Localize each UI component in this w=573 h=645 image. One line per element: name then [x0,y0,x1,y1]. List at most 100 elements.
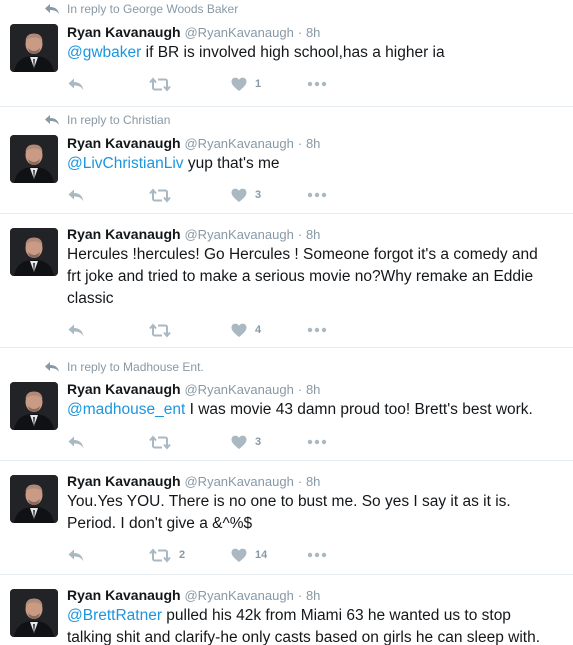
like-count: 4 [255,324,262,336]
mention-link[interactable]: @madhouse_ent [67,401,185,418]
more-dots-icon [307,192,327,198]
reply-icon [67,77,85,92]
reply-button[interactable] [67,432,85,452]
tweet-body: Hercules !hercules! Go Hercules ! Someon… [67,246,538,307]
retweet-button[interactable] [149,74,179,94]
reply-icon [44,114,60,126]
retweet-button[interactable] [149,432,179,452]
timestamp[interactable]: 8h [306,588,320,603]
separator-dot: · [297,136,303,151]
like-button[interactable]: 4 [231,320,261,340]
heart-icon [231,323,247,338]
more-button[interactable] [307,432,327,452]
reply-button[interactable] [67,320,85,340]
mention-link[interactable]: @gwbaker [67,44,141,61]
tweet-body: I was movie 43 damn proud too! Brett's b… [185,401,533,418]
more-button[interactable] [307,74,327,94]
tweet-text: @LivChristianLiv yup that's me [67,153,567,175]
more-dots-icon [307,81,327,87]
avatar[interactable] [10,24,58,72]
reply-context[interactable]: In reply to George Woods Baker [44,2,238,16]
retweet-icon [149,187,171,203]
avatar[interactable] [10,228,58,276]
reply-context[interactable]: In reply to Madhouse Ent. [44,360,204,374]
timestamp[interactable]: 8h [306,382,320,397]
like-button[interactable]: 3 [231,185,261,205]
retweet-icon [149,322,171,338]
retweet-button[interactable]: 2 [149,545,185,565]
tweet-text: @madhouse_ent I was movie 43 damn proud … [67,399,567,421]
timestamp[interactable]: 8h [306,25,320,40]
like-button[interactable]: 3 [231,432,261,452]
tweet-body: if BR is involved high school,has a high… [141,44,445,61]
like-count: 14 [255,549,268,561]
tweet[interactable]: In reply to Christian Ryan Kavanaugh @Ry… [0,107,573,214]
retweet-button[interactable] [149,320,179,340]
author-name[interactable]: Ryan Kavanaugh [67,24,181,40]
tweet[interactable]: In reply to George Woods Baker Ryan Kava… [0,0,573,107]
author-handle[interactable]: @RyanKavanaugh [184,25,293,40]
tweet-header: Ryan Kavanaugh @RyanKavanaugh · 8h [67,473,320,489]
timestamp[interactable]: 8h [306,227,320,242]
tweet[interactable]: Ryan Kavanaugh @RyanKavanaugh · 8h Hercu… [0,214,573,348]
mention-link[interactable]: @BrettRatner [67,607,162,624]
author-name[interactable]: Ryan Kavanaugh [67,587,181,603]
tweet-body: You.Yes YOU. There is no one to bust me.… [67,493,511,532]
heart-icon [231,77,247,92]
separator-dot: · [297,588,303,603]
reply-button[interactable] [67,74,85,94]
author-name[interactable]: Ryan Kavanaugh [67,381,181,397]
tweet-text: Hercules !hercules! Go Hercules ! Someon… [67,244,567,310]
reply-context[interactable]: In reply to Christian [44,113,170,127]
retweet-count: 2 [179,549,186,561]
separator-dot: · [297,227,303,242]
tweet-feed: In reply to George Woods Baker Ryan Kava… [0,0,573,645]
mention-link[interactable]: @LivChristianLiv [67,155,184,172]
tweet[interactable]: Ryan Kavanaugh @RyanKavanaugh · 8h @Bret… [0,575,573,645]
separator-dot: · [297,382,303,397]
author-handle[interactable]: @RyanKavanaugh [184,588,293,603]
like-count: 1 [255,78,262,90]
heart-icon [231,548,247,563]
avatar[interactable] [10,589,58,637]
author-handle[interactable]: @RyanKavanaugh [184,382,293,397]
tweet-actions: 2 14 [67,545,347,565]
like-count: 3 [255,436,262,448]
tweet[interactable]: In reply to Madhouse Ent. Ryan Kavanaugh… [0,348,573,461]
tweet-text: @gwbaker if BR is involved high school,h… [67,42,567,64]
tweet-header: Ryan Kavanaugh @RyanKavanaugh · 8h [67,135,320,151]
avatar[interactable] [10,475,58,523]
more-button[interactable] [307,185,327,205]
author-handle[interactable]: @RyanKavanaugh [184,474,293,489]
author-handle[interactable]: @RyanKavanaugh [184,227,293,242]
tweet-text: @BrettRatner pulled his 42k from Miami 6… [67,605,567,645]
tweet-header: Ryan Kavanaugh @RyanKavanaugh · 8h [67,24,320,40]
timestamp[interactable]: 8h [306,474,320,489]
avatar[interactable] [10,382,58,430]
more-button[interactable] [307,545,327,565]
author-name[interactable]: Ryan Kavanaugh [67,473,181,489]
author-name[interactable]: Ryan Kavanaugh [67,135,181,151]
more-dots-icon [307,552,327,558]
author-name[interactable]: Ryan Kavanaugh [67,226,181,242]
tweet-actions: 1 [67,74,347,94]
avatar[interactable] [10,135,58,183]
reply-context-label: In reply to Madhouse Ent. [67,360,204,374]
like-button[interactable]: 1 [231,74,261,94]
more-button[interactable] [307,320,327,340]
timestamp[interactable]: 8h [306,136,320,151]
like-button[interactable]: 14 [231,545,267,565]
retweet-icon [149,547,171,563]
reply-button[interactable] [67,545,85,565]
retweet-icon [149,76,171,92]
tweet-body: yup that's me [183,155,280,172]
tweet[interactable]: Ryan Kavanaugh @RyanKavanaugh · 8h You.Y… [0,461,573,575]
tweet-header: Ryan Kavanaugh @RyanKavanaugh · 8h [67,587,320,603]
separator-dot: · [297,474,303,489]
retweet-icon [149,434,171,450]
author-handle[interactable]: @RyanKavanaugh [184,136,293,151]
reply-icon [44,361,60,373]
retweet-button[interactable] [149,185,179,205]
heart-icon [231,188,247,203]
reply-button[interactable] [67,185,85,205]
